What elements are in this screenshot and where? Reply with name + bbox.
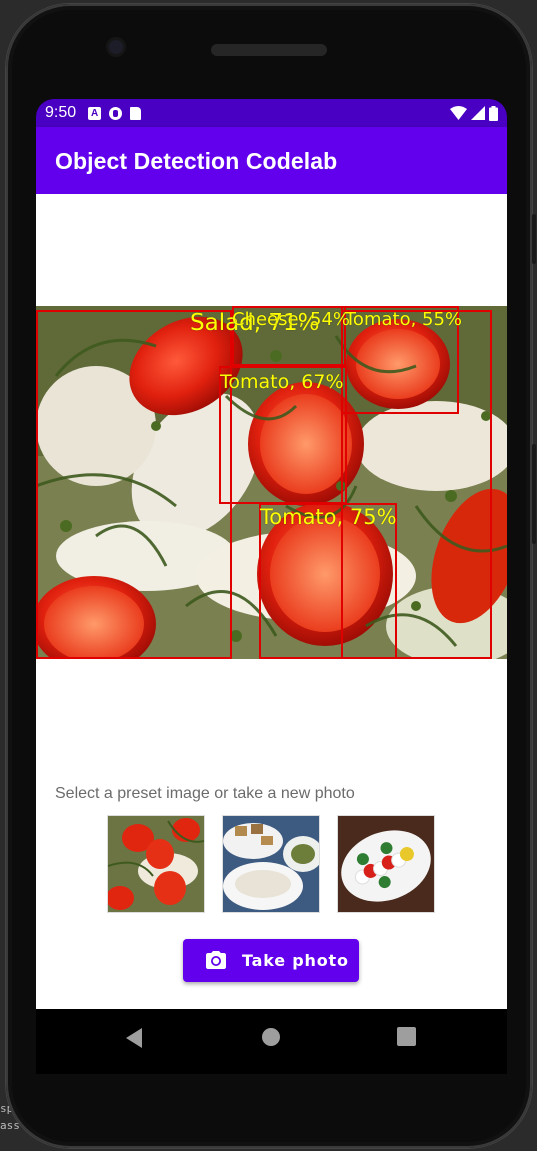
- detection-box-salad-right: [341, 310, 492, 659]
- home-icon[interactable]: [261, 1027, 281, 1047]
- phone-frame: 9:50 A Object Detection Codelab Salad, 7…: [6, 4, 536, 1148]
- detection-result-image: Salad, 71% Cheese, 54% Tomato, 55% Tomat…: [36, 306, 507, 659]
- circle-notification-icon: [109, 106, 123, 120]
- camera-icon: [206, 950, 226, 969]
- power-button[interactable]: [532, 214, 536, 264]
- detection-label-tomato-3: Tomato, 75%: [260, 505, 397, 529]
- detection-box-salad: [36, 310, 232, 659]
- volume-button[interactable]: [532, 444, 536, 544]
- detection-label-cheese: Cheese, 54%: [232, 309, 351, 330]
- app-bar: Object Detection Codelab: [36, 127, 507, 194]
- preset-image-tomato-salad[interactable]: [108, 816, 204, 912]
- take-photo-button[interactable]: Take photo: [183, 939, 359, 982]
- take-photo-label: Take photo: [242, 951, 349, 970]
- cell-signal-icon: [471, 106, 485, 120]
- status-time: 9:50: [45, 104, 77, 121]
- detection-label-tomato-1: Tomato, 55%: [345, 309, 463, 330]
- front-camera: [109, 40, 123, 54]
- back-icon[interactable]: [124, 1027, 144, 1049]
- earpiece-speaker: [211, 44, 327, 56]
- detection-label-tomato-2: Tomato, 67%: [220, 371, 344, 393]
- app-title: Object Detection Codelab: [55, 148, 338, 174]
- wifi-icon: [450, 106, 467, 120]
- a-notification-icon: A: [88, 106, 102, 120]
- device-screen: 9:50 A Object Detection Codelab Salad, 7…: [36, 99, 507, 1074]
- status-bar: 9:50 A: [36, 99, 507, 127]
- preset-image-caprese-salad[interactable]: [338, 816, 434, 912]
- battery-icon: [489, 105, 498, 121]
- main-content: Salad, 71% Cheese, 54% Tomato, 55% Tomat…: [36, 194, 507, 1009]
- navigation-bar: [36, 1009, 507, 1074]
- preset-prompt: Select a preset image or take a new phot…: [55, 785, 355, 802]
- preset-image-mixed-food[interactable]: [223, 816, 319, 912]
- sd-card-icon: [130, 106, 142, 120]
- recents-icon[interactable]: [397, 1027, 416, 1046]
